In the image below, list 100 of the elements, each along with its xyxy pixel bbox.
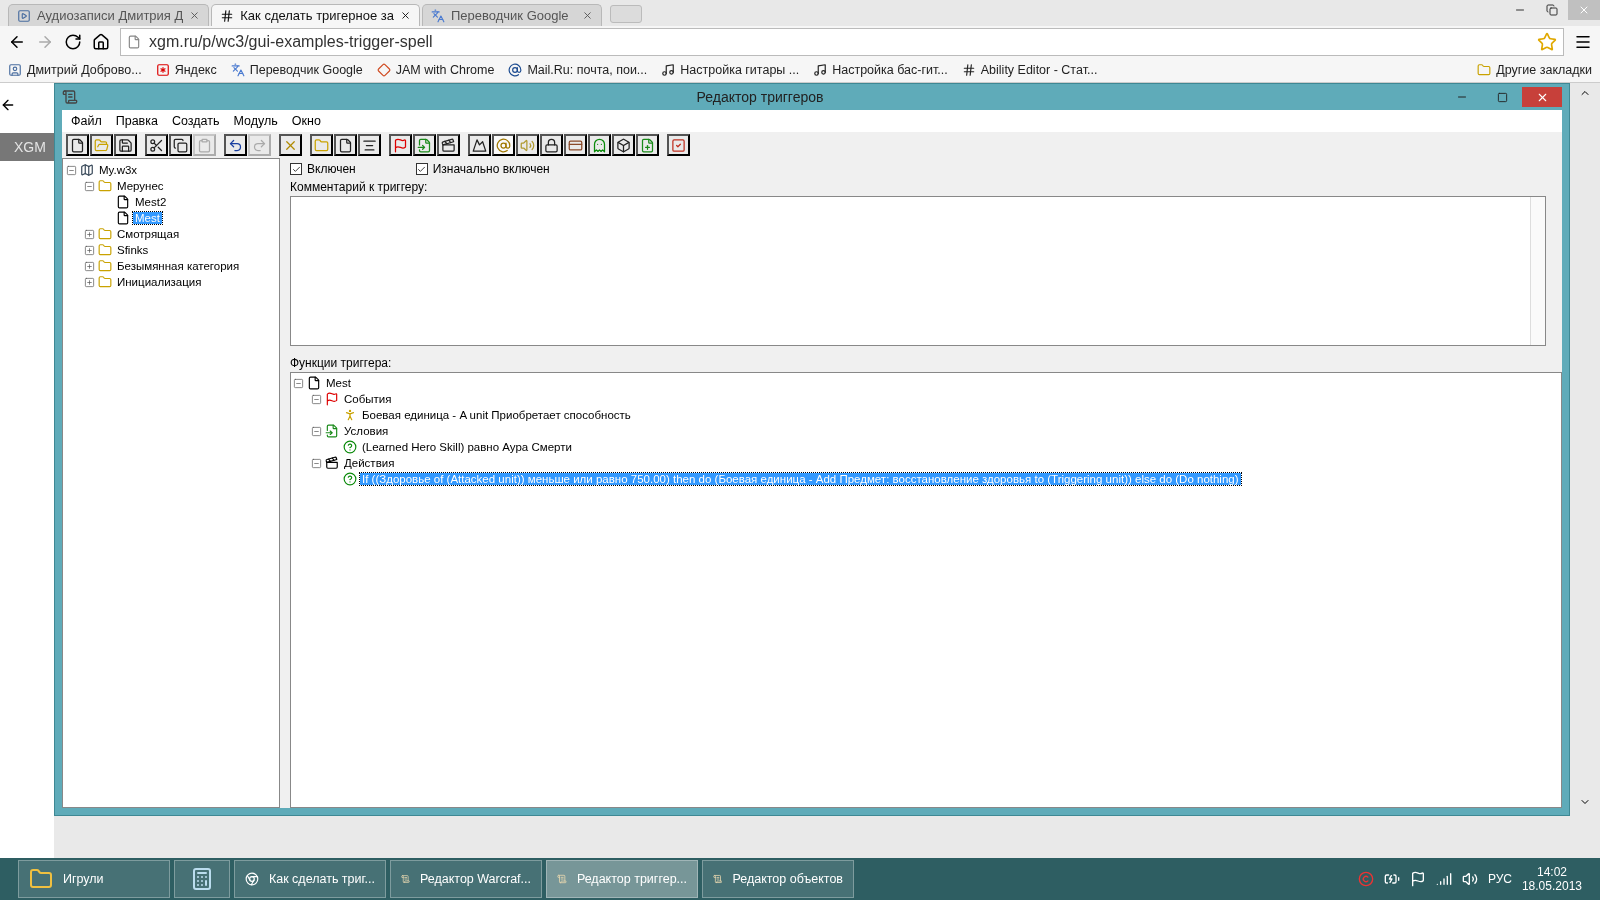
taskbar-button[interactable]: Игрули [18,860,170,898]
toolbar-button[interactable] [588,134,611,156]
tree-item[interactable]: Безымянная категория [115,260,242,272]
comment-label: Комментарий к триггеру: [290,179,429,196]
bookmark[interactable]: Ability Editor - Стат... [961,63,1098,77]
folder-icon [314,137,329,153]
close-button[interactable] [1522,87,1562,107]
browser-tab[interactable]: Как сделать тригерное за [211,4,420,26]
card-icon [568,137,583,153]
bookmark-folder[interactable]: Другие закладки [1477,63,1592,77]
taskbar-button[interactable]: Редактор объектов [702,860,854,898]
toolbar-button[interactable] [564,134,587,156]
taskbar-button[interactable] [174,860,230,898]
menu-item[interactable]: Файл [66,112,107,130]
expand-icon[interactable] [84,228,95,240]
toolbar-button[interactable] [66,134,89,156]
clapperboard-icon [325,456,339,470]
tree-item[interactable]: Sfinks [115,244,151,256]
file-arrow-icon [325,424,339,438]
checkbox[interactable] [415,163,428,175]
toolbar-button[interactable] [358,134,381,156]
antivirus-c-icon [1357,871,1374,887]
tree-item[interactable]: Условия [342,425,391,437]
toolbar-button[interactable] [492,134,515,156]
collapse-icon[interactable] [311,457,322,469]
mail-icon [508,63,523,77]
file-icon [307,376,321,390]
check-icon [417,164,427,174]
menu-icon [1574,33,1592,51]
browser-tab[interactable]: Аудиозаписи Дмитрия Д [8,4,210,26]
bookmark[interactable]: Настройка бас-гит... [813,63,948,77]
window-title: Редактор триггеров [695,89,825,105]
taskbar-button[interactable]: Как сделать триг... [234,860,386,898]
toolbar-button[interactable] [279,134,302,156]
toolbar-button[interactable] [310,134,333,156]
copy-icon [173,137,188,153]
close-icon [581,10,593,21]
collapse-icon[interactable] [293,377,304,389]
tree-item[interactable]: Боевая единица - A unit Приобретает способность [360,409,633,421]
address-field[interactable]: xgm.ru/p/wc3/gui-examples-trigger-spell [120,28,1564,56]
toolbar-button[interactable] [636,134,659,156]
bookmark[interactable]: Яндекс [155,63,217,77]
toolbar-button[interactable] [516,134,539,156]
collapse-icon[interactable] [311,425,322,437]
bookmark[interactable]: Настройка гитары ... [661,63,800,77]
toolbar-button[interactable] [413,134,436,156]
menu-item[interactable]: Создать [166,112,225,130]
site-logo[interactable]: XGM [0,133,54,161]
volume-icon [1461,871,1478,887]
bookmark[interactable]: Переводчик Google [230,63,363,77]
checkbox-label: Включен [307,162,356,176]
tree-item[interactable]: Смотрящая [115,228,182,240]
tree-item[interactable]: My.w3x [97,164,140,176]
toolbar-button[interactable] [169,134,192,156]
calculator-icon [190,867,214,891]
bookmark[interactable]: Mail.Ru: почта, пои... [508,63,648,77]
collapse-icon[interactable] [66,164,77,176]
tree-item[interactable]: Инициализация [115,276,204,288]
expand-icon[interactable] [84,244,95,256]
file-icon [338,137,353,153]
toolbar-button[interactable] [612,134,635,156]
menu-item[interactable]: Модуль [228,112,283,130]
checkbox-label: Изначально включен [432,162,550,176]
tree-item[interactable]: Мерунес [115,180,166,192]
folder-icon [98,259,112,273]
tree-item[interactable]: Mest [324,377,353,389]
clock-date: 18.05.2013 [1521,879,1582,893]
expand-icon[interactable] [84,276,95,288]
toolbar-button[interactable] [540,134,563,156]
collapse-icon[interactable] [311,393,322,405]
expand-icon[interactable] [84,260,95,272]
taskbar-button[interactable]: Редактор Warcraf... [390,860,542,898]
bookmark[interactable]: Дмитрий Доброво... [8,63,142,77]
toolbar-button[interactable] [389,134,412,156]
tree-item[interactable]: Mest2 [133,196,169,208]
toolbar-button[interactable] [114,134,137,156]
toolbar-button[interactable] [468,134,491,156]
tree-item[interactable]: Действия [342,457,397,469]
toolbar-button[interactable] [224,134,247,156]
toolbar-button[interactable] [145,134,168,156]
file-arrow-icon [417,137,432,153]
toolbar-button[interactable] [90,134,113,156]
browser-tab[interactable]: Переводчик Google [421,4,602,26]
language-indicator[interactable]: РУС [1487,872,1512,886]
checkbox[interactable] [290,163,302,175]
menu-item[interactable]: Правка [110,112,163,130]
folder-icon [1477,63,1492,77]
tree-item[interactable]: События [342,393,394,405]
diamond-icon [376,63,391,77]
search-engine-icon [155,63,170,77]
page-icon [127,35,141,49]
comment-field[interactable] [290,196,1546,346]
tree-item[interactable]: (Learned Hero Skill) равно Аура Смерти [360,441,574,453]
music-note-icon [661,63,676,77]
bookmark[interactable]: JAM with Chrome [376,63,495,77]
toolbar-button[interactable] [667,134,690,156]
collapse-icon[interactable] [84,180,95,192]
menu-item[interactable]: Окно [286,112,326,130]
toolbar-button[interactable] [334,134,357,156]
toolbar-button[interactable] [437,134,460,156]
